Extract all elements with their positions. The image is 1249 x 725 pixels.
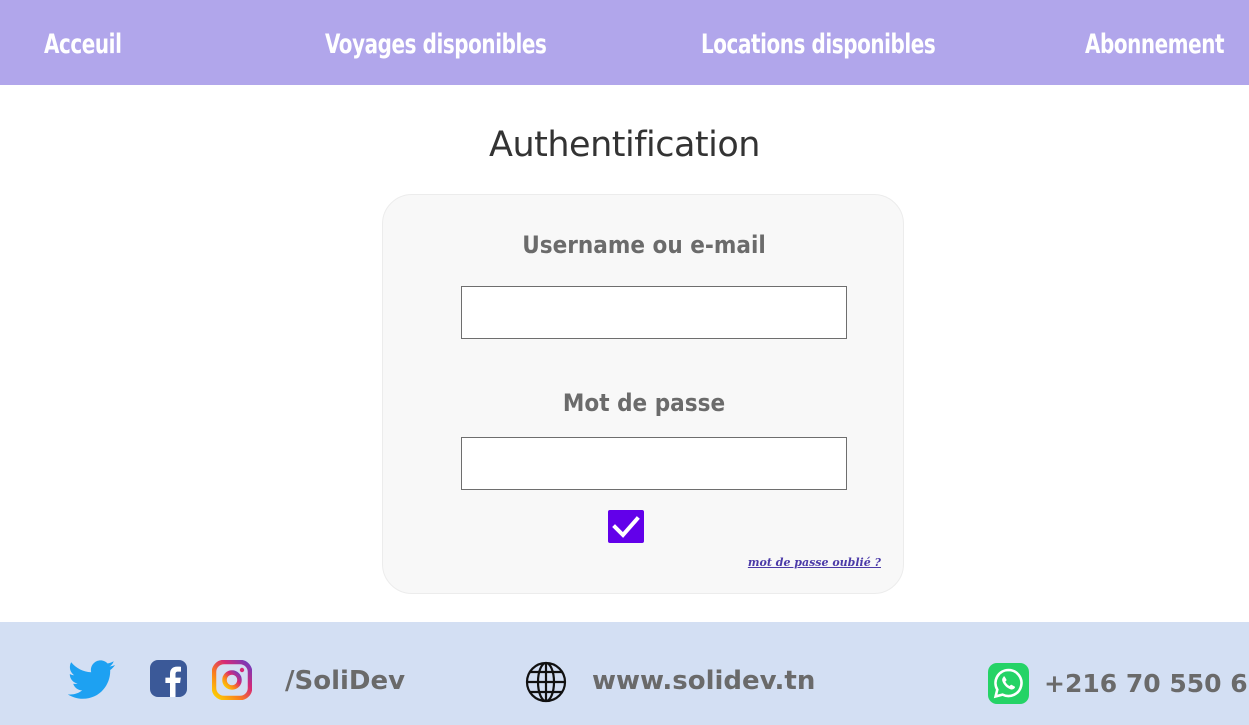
checkmark-icon xyxy=(612,515,640,538)
social-handle[interactable]: /SoliDev xyxy=(285,666,405,696)
nav-link-subscription[interactable]: Abonnement xyxy=(1085,27,1225,63)
remember-checkbox[interactable] xyxy=(608,510,644,543)
username-label: Username ou e-mail xyxy=(522,231,766,259)
forgot-password-link[interactable]: mot de passe oublié ? xyxy=(748,556,881,569)
phone-number: +216 70 550 660 xyxy=(1044,669,1249,698)
whatsapp-icon[interactable] xyxy=(988,663,1029,704)
top-navigation: Acceuil Voyages disponibles Locations di… xyxy=(0,0,1249,85)
facebook-icon[interactable] xyxy=(150,660,187,697)
login-card: Username ou e-mail Mot de passe mot de p… xyxy=(382,194,904,594)
globe-icon xyxy=(525,661,567,703)
nav-link-trips[interactable]: Voyages disponibles xyxy=(325,27,547,63)
page-title: Authentification xyxy=(489,125,760,165)
nav-link-home[interactable]: Acceuil xyxy=(44,27,122,63)
username-input[interactable] xyxy=(461,286,847,339)
nav-link-rentals[interactable]: Locations disponibles xyxy=(701,27,936,63)
footer: /SoliDev www.solidev.tn +216 70 550 660 xyxy=(0,622,1249,725)
password-label: Mot de passe xyxy=(562,389,726,417)
website-link[interactable]: www.solidev.tn xyxy=(592,666,815,696)
password-input[interactable] xyxy=(461,437,847,490)
instagram-icon[interactable] xyxy=(212,660,252,700)
twitter-icon[interactable] xyxy=(68,660,116,700)
